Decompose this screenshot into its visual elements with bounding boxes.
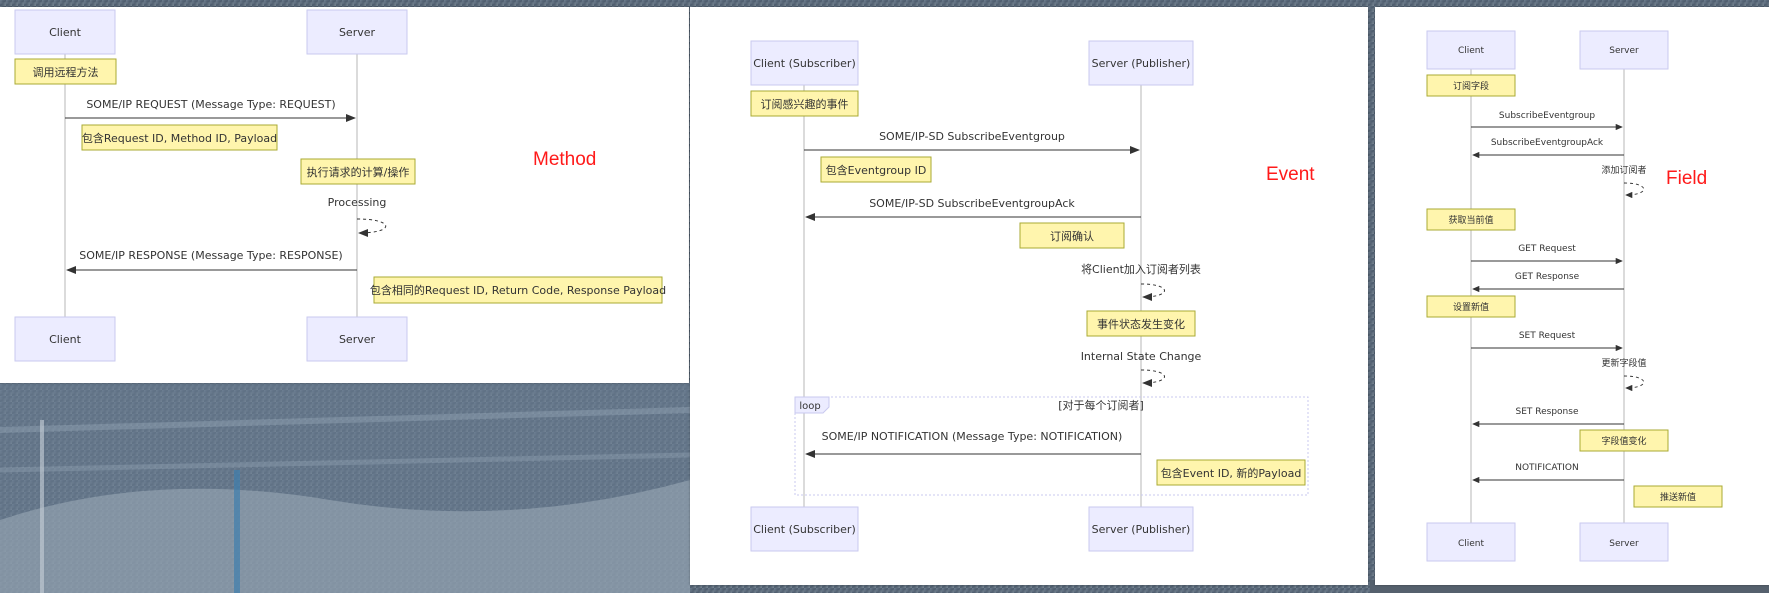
svg-text:Client: Client	[49, 333, 82, 346]
note-event-id-payload: 包含Event ID, 新的Payload	[1156, 459, 1306, 486]
svg-text:Client (Subscriber): Client (Subscriber)	[753, 57, 856, 70]
svg-text:Server: Server	[339, 26, 376, 39]
svg-text:调用远程方法: 调用远程方法	[33, 65, 99, 79]
self-message-arrow-processing	[356, 218, 387, 237]
note-subscribe-interest: 订阅感兴趣的事件	[750, 90, 859, 117]
svg-text:订阅字段: 订阅字段	[1453, 80, 1489, 92]
message-label-add-subscriber: 将Client加入订阅者列表	[1081, 262, 1201, 276]
actor-field-client-bottom: Client	[1426, 522, 1516, 562]
actor-subscriber-bottom: Client (Subscriber)	[750, 506, 859, 552]
message-label-internal-state-change: Internal State Change	[1081, 350, 1202, 363]
actor-publisher-top: Server (Publisher)	[1088, 40, 1194, 86]
note-subscription-confirmed: 订阅确认	[1019, 222, 1125, 249]
message-label-subscribe: SOME/IP-SD SubscribeEventgroup	[879, 130, 1065, 143]
note-eventgroup-id: 包含Eventgroup ID	[820, 156, 932, 183]
svg-text:获取当前值: 获取当前值	[1448, 214, 1493, 226]
note-execute-operation: 执行请求的计算/操作	[300, 158, 416, 185]
loop-condition: [对于每个订阅者]	[1058, 398, 1144, 412]
message-label-set-request: SET Request	[1519, 331, 1576, 341]
actor-client-bottom: Client	[14, 316, 116, 362]
field-diagram-panel: Client Server 订阅字段 SubscribeEventgroup S…	[1375, 7, 1769, 585]
svg-text:推送新值: 推送新值	[1660, 491, 1696, 503]
svg-text:Client: Client	[1458, 46, 1485, 56]
svg-text:Server: Server	[339, 333, 376, 346]
panel-label-method: Method	[533, 149, 597, 170]
message-label-get-response: GET Response	[1515, 272, 1580, 282]
message-label-set-response: SET Response	[1516, 407, 1579, 417]
message-label-field-subscribe-ack: SubscribeEventgroupAck	[1491, 138, 1604, 148]
method-sequence-diagram: Client Server 调用远程方法 SOME/IP REQUEST (Me…	[14, 9, 666, 362]
svg-text:包含Request ID, Method ID, Paylo: 包含Request ID, Method ID, Payload	[82, 131, 277, 145]
svg-text:事件状态发生变化: 事件状态发生变化	[1097, 317, 1185, 331]
svg-text:包含Event ID, 新的Payload: 包含Event ID, 新的Payload	[1161, 466, 1302, 480]
message-label-notification: SOME/IP NOTIFICATION (Message Type: NOTI…	[822, 430, 1123, 443]
note-event-state-changed: 事件状态发生变化	[1086, 310, 1196, 337]
svg-text:Client: Client	[1458, 539, 1485, 549]
svg-text:包含Eventgroup ID: 包含Eventgroup ID	[826, 163, 927, 177]
loop-keyword: loop	[799, 401, 820, 412]
panel-label-event: Event	[1266, 164, 1315, 185]
note-set-new-value: 设置新值	[1426, 295, 1516, 318]
message-label-update-field: 更新字段值	[1601, 357, 1646, 369]
svg-text:包含相同的Request ID, Return Code,: 包含相同的Request ID, Return Code, Response P…	[370, 283, 666, 297]
svg-text:Server (Publisher): Server (Publisher)	[1092, 57, 1191, 70]
svg-text:Server: Server	[1609, 539, 1639, 549]
actor-field-server-top: Server	[1579, 30, 1669, 70]
message-label-notification: NOTIFICATION	[1515, 463, 1579, 473]
svg-text:Client: Client	[49, 26, 82, 39]
message-label-add-subscriber: 添加订阅者	[1601, 165, 1646, 176]
actor-server-bottom: Server	[306, 316, 408, 362]
actor-subscriber-top: Client (Subscriber)	[750, 40, 859, 86]
self-message-arrow-internal-state	[1140, 369, 1165, 387]
svg-text:订阅感兴趣的事件: 订阅感兴趣的事件	[761, 97, 849, 111]
note-call-remote-method: 调用远程方法	[14, 58, 117, 85]
svg-text:Server (Publisher): Server (Publisher)	[1092, 523, 1191, 536]
note-push-new-value: 推送新值	[1633, 485, 1723, 508]
message-label-processing: Processing	[328, 196, 387, 209]
panel-label-field: Field	[1666, 168, 1708, 189]
message-label-get-request: GET Request	[1518, 244, 1576, 254]
svg-text:Server: Server	[1609, 46, 1639, 56]
message-label-response: SOME/IP RESPONSE (Message Type: RESPONSE…	[79, 249, 342, 262]
svg-text:Client (Subscriber): Client (Subscriber)	[753, 523, 856, 536]
message-label-subscribe-ack: SOME/IP-SD SubscribeEventgroupAck	[869, 197, 1075, 210]
svg-text:设置新值: 设置新值	[1453, 301, 1489, 313]
svg-text:执行请求的计算/操作: 执行请求的计算/操作	[307, 165, 410, 179]
svg-text:字段值变化: 字段值变化	[1601, 435, 1646, 447]
note-field-value-changed: 字段值变化	[1579, 429, 1669, 452]
note-response-contents: 包含相同的Request ID, Return Code, Response P…	[370, 276, 666, 304]
field-sequence-diagram: Client Server 订阅字段 SubscribeEventgroup S…	[1426, 30, 1723, 562]
note-subscribe-field: 订阅字段	[1426, 74, 1516, 97]
actor-publisher-bottom: Server (Publisher)	[1088, 506, 1194, 552]
actor-server-top: Server	[306, 9, 408, 55]
event-sequence-diagram: Client (Subscriber) Server (Publisher) 订…	[750, 40, 1309, 552]
self-message-arrow-field-add	[1623, 182, 1645, 199]
note-request-contents: 包含Request ID, Method ID, Payload	[81, 124, 278, 151]
actor-field-server-bottom: Server	[1579, 522, 1669, 562]
event-diagram-panel: Client (Subscriber) Server (Publisher) 订…	[690, 7, 1368, 585]
svg-text:订阅确认: 订阅确认	[1050, 230, 1094, 243]
note-get-current-value: 获取当前值	[1426, 208, 1516, 231]
self-message-arrow-update-field	[1623, 375, 1645, 392]
actor-client-top: Client	[14, 9, 116, 55]
self-message-arrow-add-subscriber	[1140, 283, 1165, 301]
message-label-request: SOME/IP REQUEST (Message Type: REQUEST)	[86, 98, 335, 111]
message-label-field-subscribe: SubscribeEventgroup	[1499, 111, 1595, 121]
actor-field-client-top: Client	[1426, 30, 1516, 70]
method-diagram-panel: Client Server 调用远程方法 SOME/IP REQUEST (Me…	[0, 7, 689, 383]
